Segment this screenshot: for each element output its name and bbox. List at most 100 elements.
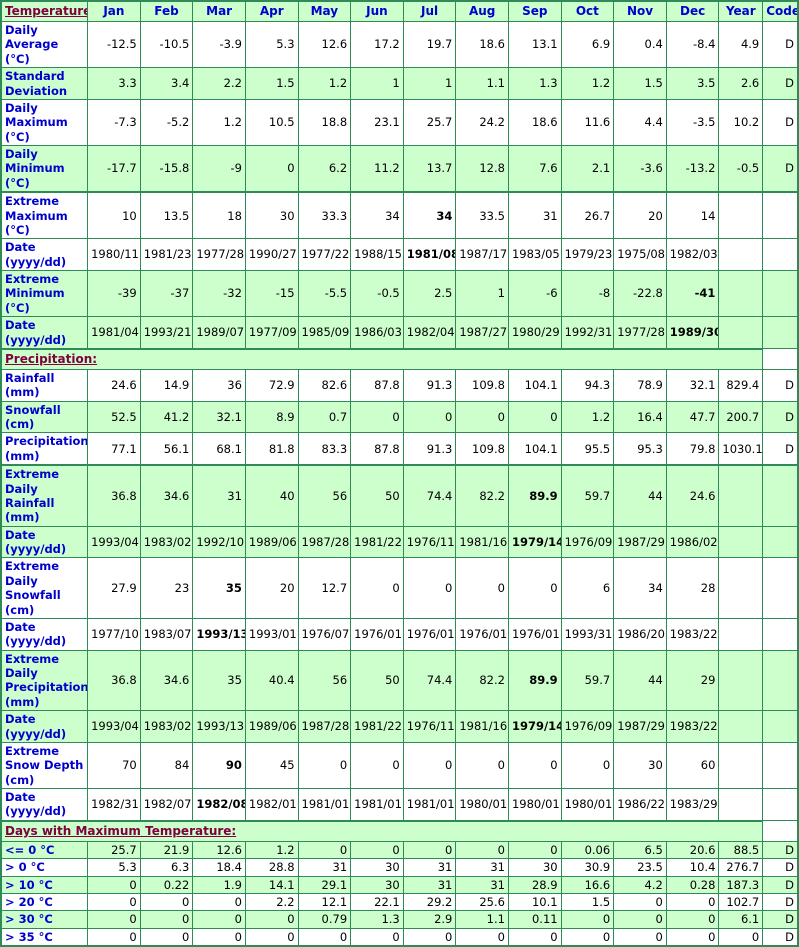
cell-extreme-minimum-date-jan: 1981/04 xyxy=(87,316,141,350)
cell-extreme-daily-precipitation-code xyxy=(762,649,799,712)
cell-days-gt-0-may: 31 xyxy=(297,858,352,877)
cell-snowfall-code: D xyxy=(762,400,799,434)
climate-data-table: Temperature: Jan Feb Mar Apr May Jun Jul Aug Sep O… xyxy=(0,0,799,947)
cell-daily-maximum-sep: 18.6 xyxy=(507,98,562,147)
cell-precipitation-total-oct: 95.5 xyxy=(560,432,615,466)
cell-days-gt-30-dec: 0 xyxy=(665,910,720,929)
cell-extreme-maximum-date-nov: 1975/08+ xyxy=(613,238,667,271)
cell-extreme-minimum-date-oct: 1992/31 xyxy=(560,316,615,350)
cell-standard-deviation-aug: 1.1 xyxy=(455,67,509,100)
cell-days-le-0-mar: 12.6 xyxy=(192,840,246,860)
cell-days-gt-10-aug: 31 xyxy=(455,875,509,894)
cell-standard-deviation-apr: 1.5 xyxy=(244,67,299,100)
cell-snowfall-year: 200.7 xyxy=(718,400,764,434)
cell-extreme-daily-precipitation-date-oct: 1976/09 xyxy=(560,710,615,743)
table-row: Date (yyyy/dd)1981/041993/211989/07+1977… xyxy=(0,316,799,350)
cell-extreme-daily-precipitation-date-year xyxy=(718,710,764,743)
cell-extreme-daily-snowfall-date-aug: 1976/01+ xyxy=(455,617,509,651)
cell-rainfall-sep: 104.1 xyxy=(507,368,562,402)
cell-extreme-daily-snowfall-date-dec: 1983/22 xyxy=(665,617,720,651)
cell-daily-maximum-apr: 10.5 xyxy=(244,98,299,147)
cell-extreme-snow-depth-date-may: 1981/01+ xyxy=(297,787,352,822)
cell-days-gt-35-sep: 0 xyxy=(507,927,562,947)
cell-days-gt-0-code: D xyxy=(762,858,799,877)
cell-daily-maximum-feb: -5.2 xyxy=(139,98,194,147)
row-label-extreme-daily-snowfall-date: Date (yyyy/dd) xyxy=(0,617,89,651)
cell-snowfall-feb: 41.2 xyxy=(139,400,194,434)
cell-extreme-snow-depth-nov: 30 xyxy=(613,741,667,790)
cell-extreme-daily-precipitation-feb: 34.6 xyxy=(139,649,194,712)
cell-daily-average-dec: -8.4 xyxy=(665,20,720,69)
cell-extreme-maximum-date-jul: 1981/08+ xyxy=(402,238,457,271)
cell-extreme-daily-rainfall-may: 56 xyxy=(297,464,352,527)
cell-extreme-maximum-feb: 13.5 xyxy=(139,191,194,240)
table-row: Date (yyyy/dd) 1993/04 1983/02 1993/13 1989/… xyxy=(0,710,799,743)
cell-extreme-maximum-code xyxy=(762,191,799,240)
cell-standard-deviation-jun: 1 xyxy=(350,67,404,100)
section-header-row-days-max-temp: Days with Maximum Temperature: xyxy=(0,819,798,842)
cell-days-gt-20-nov: 0 xyxy=(613,892,667,912)
cell-extreme-daily-rainfall-jul: 74.4 xyxy=(402,464,457,527)
cell-extreme-minimum-oct: -8 xyxy=(560,269,615,318)
cell-days-gt-0-jan: 5.3 xyxy=(87,858,141,877)
cell-days-gt-10-oct: 16.6 xyxy=(560,875,615,894)
cell-extreme-snow-depth-date-jan: 1982/31+ xyxy=(87,787,141,822)
cell-extreme-daily-precipitation-jun: 50 xyxy=(350,649,404,712)
cell-days-gt-10-mar: 1.9 xyxy=(192,875,246,894)
cell-daily-minimum-year: -0.5 xyxy=(718,145,764,193)
cell-days-gt-0-feb: 6.3 xyxy=(139,858,194,877)
table-row: Date (yyyy/dd) 1977/10 1983/07 1993/13 1993/… xyxy=(0,617,799,651)
cell-precipitation-total-may: 83.3 xyxy=(297,432,352,466)
cell-days-gt-35-dec: 0 xyxy=(665,927,720,947)
cell-extreme-daily-snowfall-date-year xyxy=(718,617,764,651)
cell-extreme-daily-snowfall-date-mar: 1993/13 xyxy=(192,617,246,651)
cell-days-gt-0-dec: 10.4 xyxy=(665,858,720,877)
cell-extreme-maximum-dec: 14 xyxy=(665,191,720,240)
table-row: > 35 °C 0 0 0 0 0 0 0 0 0 0 0 0 0 D xyxy=(0,927,799,947)
cell-extreme-minimum-year xyxy=(718,269,764,318)
cell-rainfall-aug: 109.8 xyxy=(455,368,509,402)
table-row: Extreme Daily Precipitation (mm) 36.8 34.6… xyxy=(0,649,799,712)
column-header-may: May xyxy=(297,0,352,22)
cell-extreme-daily-snowfall-oct: 6 xyxy=(560,557,615,619)
table-row: Daily Maximum (°C) -7.3 -5.2 1.2 10.5 18.8 23.… xyxy=(0,98,799,147)
row-label-days-gt-20: > 20 °C xyxy=(0,892,89,912)
cell-days-gt-20-year: 102.7 xyxy=(718,892,764,912)
cell-standard-deviation-oct: 1.2 xyxy=(560,67,615,100)
cell-daily-average-jul: 19.7 xyxy=(402,20,457,69)
cell-days-gt-30-jun: 1.3 xyxy=(350,910,404,929)
cell-days-gt-30-mar: 0 xyxy=(192,910,246,929)
cell-days-le-0-aug: 0 xyxy=(455,840,509,860)
row-label-days-le-0: <= 0 °C xyxy=(0,840,89,860)
cell-extreme-minimum-dec: -41 xyxy=(665,269,720,318)
row-label-rainfall: Rainfall (mm) xyxy=(0,368,89,402)
cell-daily-maximum-jan: -7.3 xyxy=(87,98,141,147)
cell-days-gt-20-jan: 0 xyxy=(87,892,141,912)
cell-daily-maximum-oct: 11.6 xyxy=(560,98,615,147)
cell-rainfall-jun: 87.8 xyxy=(350,368,404,402)
cell-extreme-daily-precipitation-mar: 35 xyxy=(192,649,246,712)
cell-extreme-daily-rainfall-date-code xyxy=(762,525,799,559)
cell-daily-minimum-mar: -9 xyxy=(192,145,246,193)
cell-extreme-minimum-aug: 1 xyxy=(455,269,509,318)
column-header-mar: Mar xyxy=(192,0,246,22)
cell-days-le-0-may: 0 xyxy=(297,840,352,860)
cell-extreme-daily-precipitation-aug: 82.2 xyxy=(455,649,509,712)
cell-extreme-daily-precipitation-date-feb: 1983/02 xyxy=(139,710,194,743)
cell-days-gt-35-code: D xyxy=(762,927,799,947)
cell-extreme-minimum-apr: -15 xyxy=(244,269,299,318)
cell-extreme-daily-precipitation-date-jul: 1976/11 xyxy=(402,710,457,743)
table-row: Extreme Minimum (°C) -39 -37 -32 -15 -5.5 -0.5… xyxy=(0,269,799,318)
cell-days-le-0-sep: 0 xyxy=(507,840,562,860)
cell-extreme-maximum-jan: 10 xyxy=(87,191,141,240)
cell-extreme-maximum-may: 33.3 xyxy=(297,191,352,240)
cell-extreme-minimum-date-apr: 1977/09 xyxy=(244,316,299,350)
cell-extreme-minimum-code xyxy=(762,269,799,318)
cell-extreme-snow-depth-feb: 84 xyxy=(139,741,194,790)
cell-extreme-daily-snowfall-dec: 28 xyxy=(665,557,720,619)
row-label-extreme-snow-depth: Extreme Snow Depth (cm) xyxy=(0,741,89,790)
cell-days-gt-20-mar: 0 xyxy=(192,892,246,912)
cell-extreme-daily-precipitation-dec: 29 xyxy=(665,649,720,712)
row-label-standard-deviation: Standard Deviation xyxy=(0,67,89,100)
cell-days-gt-20-may: 12.1 xyxy=(297,892,352,912)
